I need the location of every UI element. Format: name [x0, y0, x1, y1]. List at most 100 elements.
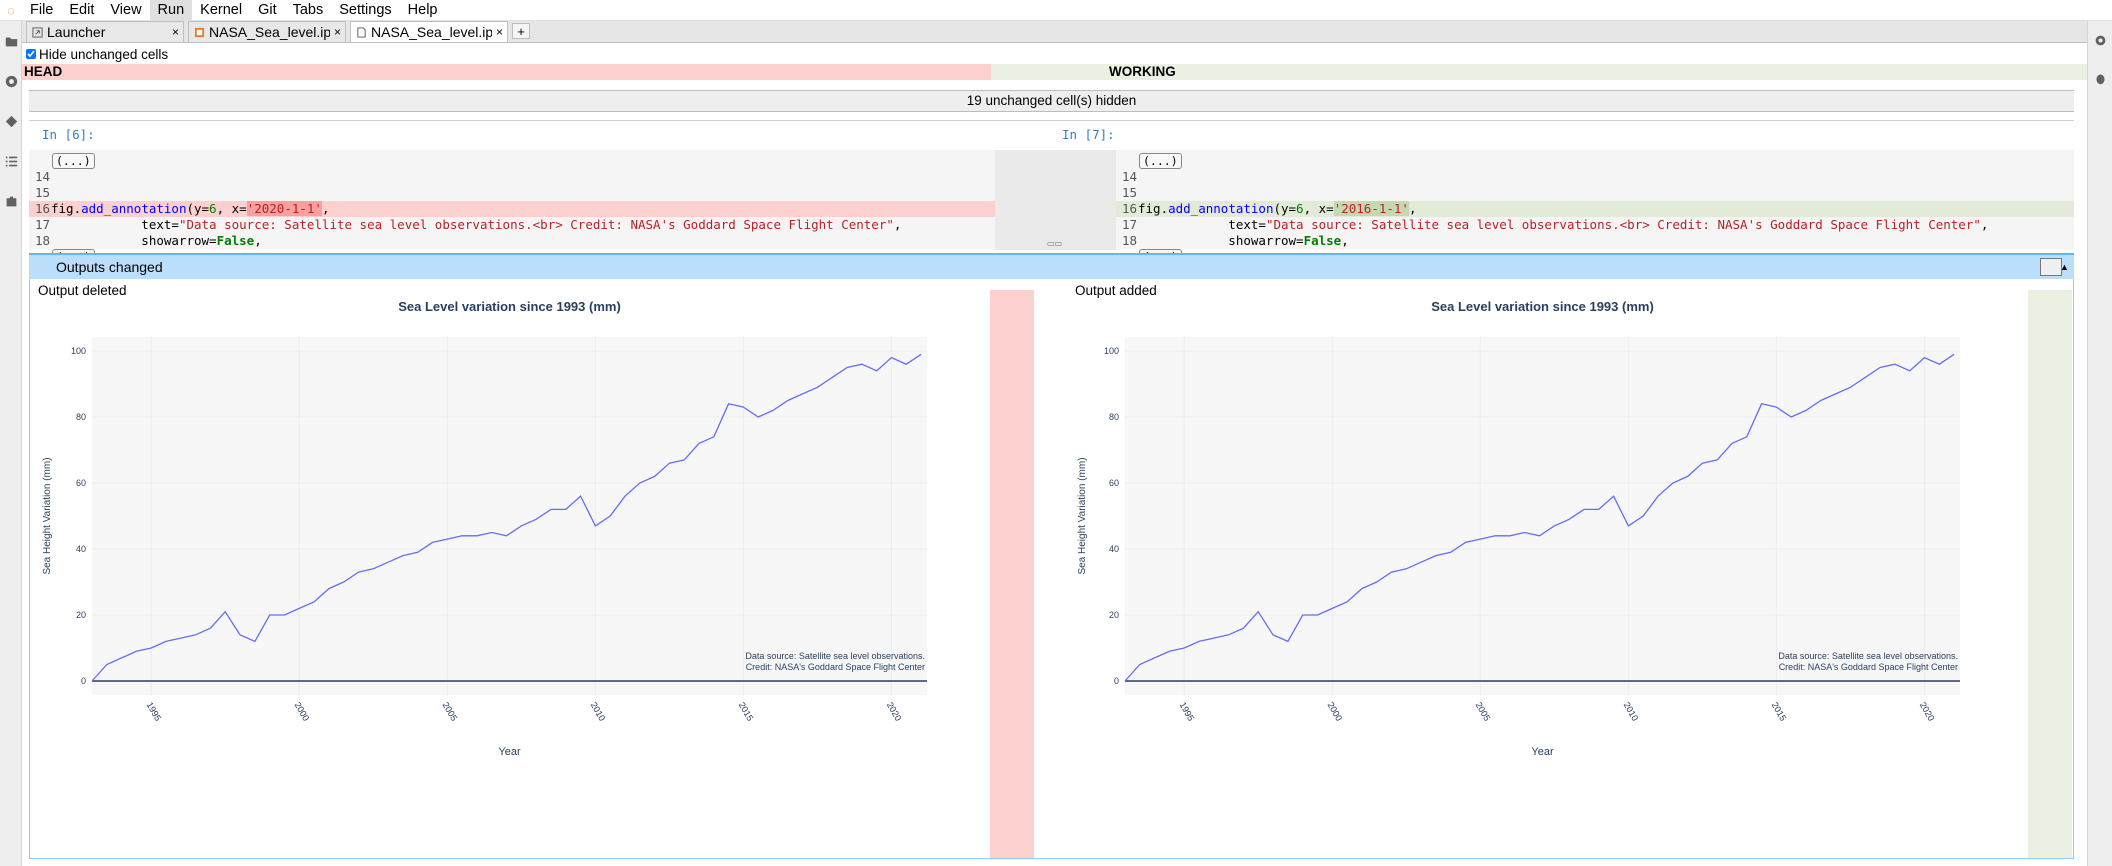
code-token: , x= — [216, 201, 247, 216]
hide-unchanged-checkbox[interactable] — [26, 49, 36, 59]
launcher-icon — [31, 26, 43, 38]
menu-settings[interactable]: Settings — [331, 0, 399, 21]
hide-unchanged-label: Hide unchanged cells — [39, 46, 169, 62]
x-axis-label: Year — [1531, 746, 1554, 758]
collapse-button[interactable]: ▲ — [2040, 258, 2069, 276]
line-number: 15 — [35, 185, 51, 200]
x-axis-label: Year — [498, 746, 521, 758]
diff-view: Hide unchanged cells HEAD WORKING 19 unc… — [22, 43, 2087, 866]
resize-grip-icon[interactable]: ▭▭ — [1047, 239, 1062, 248]
merge-gutter: ▭▭ — [995, 150, 1116, 250]
x-tick-label: 2005 — [441, 700, 460, 722]
menu-run[interactable]: Run — [149, 0, 193, 21]
close-icon[interactable]: × — [496, 25, 503, 39]
y-tick-label: 40 — [76, 544, 86, 554]
code-token: showarrow= — [51, 233, 217, 248]
x-tick-label: 1995 — [144, 700, 163, 722]
menu-file[interactable]: File — [22, 0, 61, 21]
close-icon[interactable]: × — [334, 25, 341, 39]
notebook-icon — [193, 26, 205, 38]
chart-title: Sea Level variation since 1993 (mm) — [1431, 299, 1654, 314]
y-tick-label: 100 — [71, 346, 86, 356]
debugger-icon[interactable] — [2088, 59, 2112, 97]
left-prompt: In [6]: — [42, 127, 95, 142]
menu-kernel[interactable]: Kernel — [192, 0, 250, 21]
line-number: 18 — [35, 233, 51, 248]
code-token: , — [321, 201, 330, 216]
tab-launcher[interactable]: Launcher × — [26, 21, 184, 42]
hidden-cells-banner[interactable]: 19 unchanged cell(s) hidden — [29, 90, 2074, 112]
chart-added: 0 20 40 60 80 100 1995 2000 2005 2010 2015 2020 Sea … — [1077, 299, 1960, 758]
running-icon[interactable] — [0, 61, 22, 101]
left-code-editor[interactable]: (...) 14 15 16fig.add_annotation(y=6, x=… — [29, 150, 995, 265]
line-number: 17 — [35, 217, 51, 232]
code-token: False — [216, 233, 255, 248]
code-token: , — [1341, 233, 1349, 248]
working-label: WORKING — [1109, 64, 1176, 79]
annotation-line: Data source: Satellite sea level observa… — [1778, 651, 1958, 661]
chart-deleted: 0 20 40 60 80 100 1995 2000 2005 2010 2015 2020 Sea … — [42, 299, 927, 758]
plot-background — [1125, 337, 1960, 695]
code-token: , — [893, 217, 902, 232]
expand-ellipsis-button[interactable]: (...) — [52, 153, 95, 169]
code-token: "Data source: Satellite sea level observ… — [178, 217, 894, 232]
y-tick-label: 20 — [1109, 610, 1119, 620]
line-number: 14 — [1122, 169, 1138, 184]
outputs-changed-header[interactable]: Outputs changed ▲ — [29, 253, 2074, 279]
x-tick-label: 2020 — [885, 700, 904, 722]
code-token: text= — [51, 217, 179, 232]
line-number: 15 — [1122, 185, 1138, 200]
x-tick-label: 2015 — [1770, 700, 1789, 722]
code-token: (y= — [186, 201, 210, 216]
git-icon[interactable] — [0, 101, 22, 141]
y-tick-label: 60 — [1109, 478, 1119, 488]
close-icon[interactable]: × — [172, 25, 179, 39]
y-tick-label: 0 — [81, 676, 86, 686]
menubar: ◌ File Edit View Run Kernel Git Tabs Set… — [0, 0, 2112, 21]
added-output-marker — [2028, 290, 2072, 858]
menu-edit[interactable]: Edit — [61, 0, 102, 21]
x-tick-label: 2015 — [737, 700, 756, 722]
annotation-line: Credit: NASA's Goddard Space Flight Cent… — [746, 662, 925, 672]
code-token: 6 — [1296, 201, 1304, 216]
menu-view[interactable]: View — [102, 0, 149, 21]
outputs-changed-label: Outputs changed — [56, 259, 163, 275]
menu-git[interactable]: Git — [250, 0, 285, 21]
code-token: 6 — [209, 201, 217, 216]
property-inspector-icon[interactable] — [2088, 21, 2112, 59]
right-code-editor[interactable]: (...) 14 15 16fig.add_annotation(y=6, x=… — [1116, 150, 2074, 265]
y-tick-label: 80 — [1109, 412, 1119, 422]
right-sidebar — [2087, 21, 2112, 866]
x-tick-label: 2000 — [1326, 700, 1345, 722]
add-tab-button[interactable]: + — [512, 23, 530, 39]
tab-diff[interactable]: NASA_Sea_level.ipynb × — [350, 21, 508, 42]
divider — [29, 120, 2074, 121]
line-number: 16 — [1122, 201, 1138, 216]
expand-ellipsis-button[interactable]: (...) — [1139, 153, 1182, 169]
menu-tabs[interactable]: Tabs — [285, 0, 332, 21]
y-tick-label: 80 — [76, 412, 86, 422]
line-number: 16 — [35, 201, 51, 216]
folder-icon[interactable] — [0, 21, 22, 61]
hide-unchanged-toggle[interactable]: Hide unchanged cells — [26, 45, 168, 63]
tab-label: NASA_Sea_level.ipynb — [209, 24, 330, 40]
extension-icon[interactable] — [0, 181, 22, 221]
code-token: fig. — [51, 201, 82, 216]
annotation-line: Data source: Satellite sea level observa… — [745, 651, 925, 661]
right-prompt: In [7]: — [1062, 127, 1115, 142]
code-token: add_annotation — [1168, 201, 1274, 216]
menu-help[interactable]: Help — [400, 0, 446, 21]
working-header: WORKING — [991, 64, 2087, 80]
chart-title: Sea Level variation since 1993 (mm) — [398, 299, 621, 314]
toc-icon[interactable] — [0, 141, 22, 181]
y-axis-label: Sea Height Variation (mm) — [1077, 457, 1088, 574]
code-token: "Data source: Satellite sea level observ… — [1265, 217, 1981, 232]
plot-background — [92, 337, 927, 695]
code-token: , — [1980, 217, 1989, 232]
deleted-output-marker — [990, 290, 1034, 858]
code-token: , x= — [1303, 201, 1334, 216]
code-token: showarrow= — [1138, 233, 1304, 248]
tab-label: NASA_Sea_level.ipynb — [371, 24, 492, 40]
tab-bar: Launcher × NASA_Sea_level.ipynb × NASA_S… — [22, 21, 2087, 43]
tab-notebook[interactable]: NASA_Sea_level.ipynb × — [188, 21, 346, 42]
